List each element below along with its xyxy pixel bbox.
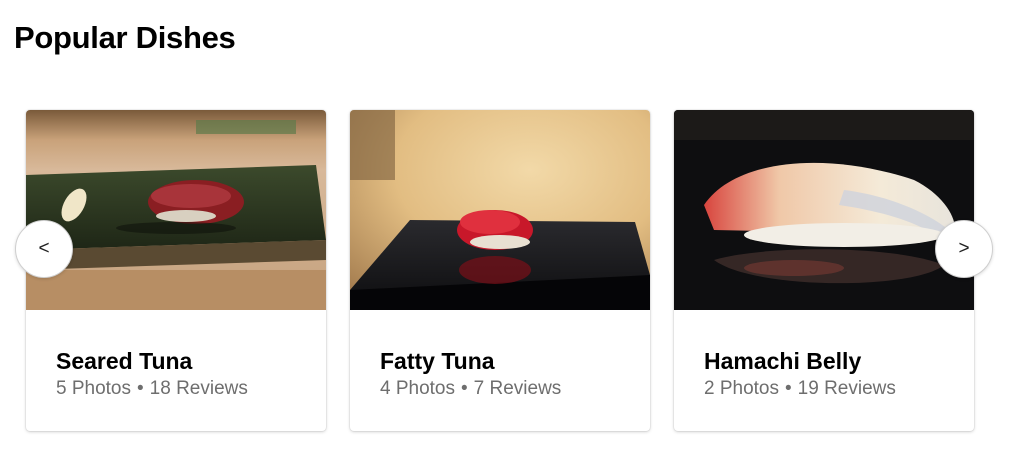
dish-photo-image	[26, 110, 326, 310]
dish-photo[interactable]	[674, 110, 974, 310]
chevron-left-icon: <	[38, 238, 50, 259]
dish-name[interactable]: Seared Tuna	[56, 348, 192, 375]
popular-dishes-section: Popular Dishes Seared Tuna 5 Photos • 18…	[0, 0, 1036, 466]
review-count[interactable]: 18 Reviews	[150, 378, 248, 399]
photo-count[interactable]: 5 Photos	[56, 378, 131, 399]
separator-dot: •	[461, 378, 468, 399]
separator-dot: •	[785, 378, 792, 399]
chevron-right-icon: >	[958, 238, 970, 259]
dish-meta: 4 Photos • 7 Reviews	[380, 378, 561, 400]
photo-count[interactable]: 2 Photos	[704, 378, 779, 399]
carousel-next-button[interactable]: >	[935, 220, 993, 278]
dish-meta: 2 Photos • 19 Reviews	[704, 378, 896, 400]
photo-count[interactable]: 4 Photos	[380, 378, 455, 399]
dish-photo[interactable]	[350, 110, 650, 310]
dish-card[interactable]: Seared Tuna 5 Photos • 18 Reviews	[26, 110, 326, 431]
dish-photo-image	[674, 110, 974, 310]
review-count[interactable]: 7 Reviews	[474, 378, 562, 399]
dish-name[interactable]: Fatty Tuna	[380, 348, 495, 375]
dish-card[interactable]: Hamachi Belly 2 Photos • 19 Reviews	[674, 110, 974, 431]
section-title: Popular Dishes	[14, 20, 236, 55]
separator-dot: •	[137, 378, 144, 399]
dish-photo-image	[350, 110, 650, 310]
dish-photo[interactable]	[26, 110, 326, 310]
dish-meta: 5 Photos • 18 Reviews	[56, 378, 248, 400]
dish-name[interactable]: Hamachi Belly	[704, 348, 861, 375]
review-count[interactable]: 19 Reviews	[798, 378, 896, 399]
dish-card[interactable]: Fatty Tuna 4 Photos • 7 Reviews	[350, 110, 650, 431]
carousel-prev-button[interactable]: <	[15, 220, 73, 278]
